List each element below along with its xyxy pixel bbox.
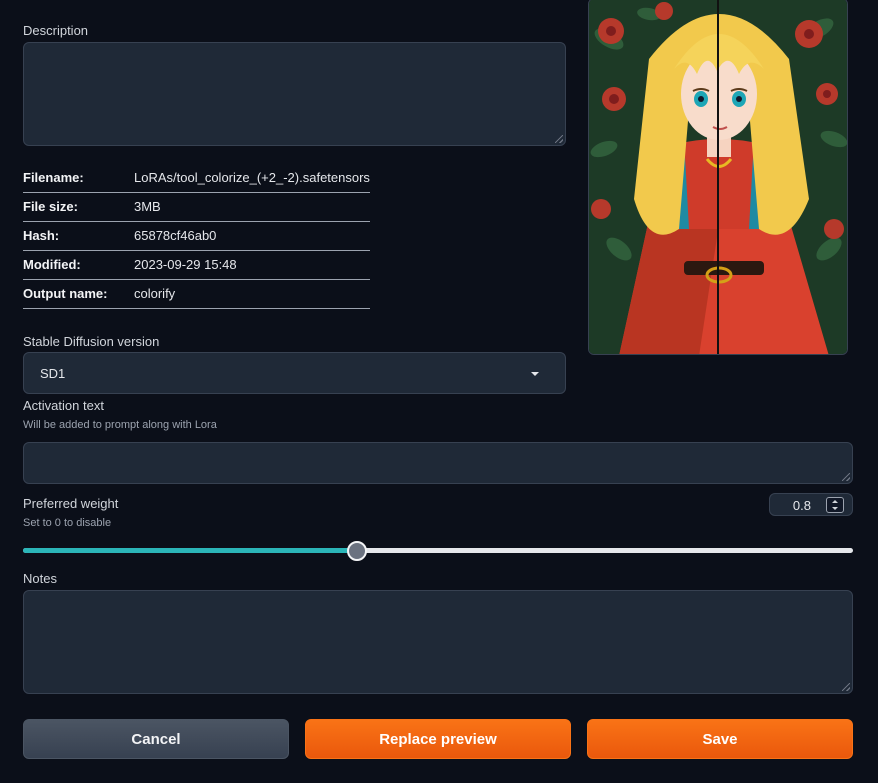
weight-hint: Set to 0 to disable [23, 517, 112, 529]
sd-version-selected: SD1 [40, 366, 66, 381]
table-row: Hash: 65878cf46ab0 [23, 221, 370, 251]
description-textarea[interactable] [23, 42, 566, 146]
description-label: Description [23, 23, 89, 38]
activation-hint: Will be added to prompt along with Lora [23, 419, 217, 431]
weight-value: 0.8 [792, 498, 811, 513]
sd-version-label: Stable Diffusion version [23, 334, 160, 349]
weight-number-input[interactable]: 0.8 [769, 493, 853, 516]
info-value: 2023-09-29 15:48 [134, 250, 370, 280]
info-key: Hash: [23, 221, 134, 251]
caret-down-icon [531, 372, 539, 376]
weight-slider[interactable] [23, 541, 853, 561]
table-row: Filename: LoRAs/tool_colorize_(+2_-2).sa… [23, 163, 370, 193]
table-row: Output name: colorify [23, 279, 370, 309]
slider-thumb[interactable] [347, 541, 367, 561]
save-button[interactable]: Save [587, 719, 853, 759]
info-key: File size: [23, 192, 134, 222]
info-value: LoRAs/tool_colorize_(+2_-2).safetensors [134, 163, 370, 193]
model-info-table: Filename: LoRAs/tool_colorize_(+2_-2).sa… [23, 163, 370, 309]
info-value: 3MB [134, 192, 370, 222]
stepper-icon[interactable] [826, 497, 844, 513]
info-key: Modified: [23, 250, 134, 280]
resize-grip-icon[interactable] [842, 683, 850, 691]
slider-fill [23, 548, 357, 553]
cancel-button[interactable]: Cancel [23, 719, 289, 759]
resize-grip-icon[interactable] [555, 135, 563, 143]
sd-version-dropdown[interactable]: SD1 [23, 352, 566, 394]
table-row: Modified: 2023-09-29 15:48 [23, 250, 370, 280]
notes-textarea[interactable] [23, 590, 853, 694]
info-value: colorify [134, 279, 370, 309]
info-key: Output name: [23, 279, 134, 309]
notes-label: Notes [23, 571, 57, 586]
activation-textarea[interactable] [23, 442, 853, 484]
weight-label: Preferred weight [23, 496, 119, 511]
resize-grip-icon[interactable] [842, 473, 850, 481]
anime-character-illustration [589, 0, 847, 354]
replace-preview-button[interactable]: Replace preview [305, 719, 571, 759]
activation-label: Activation text [23, 398, 104, 413]
table-row: File size: 3MB [23, 192, 370, 222]
info-key: Filename: [23, 163, 134, 193]
info-value: 65878cf46ab0 [134, 221, 370, 251]
preview-image[interactable] [588, 0, 848, 355]
